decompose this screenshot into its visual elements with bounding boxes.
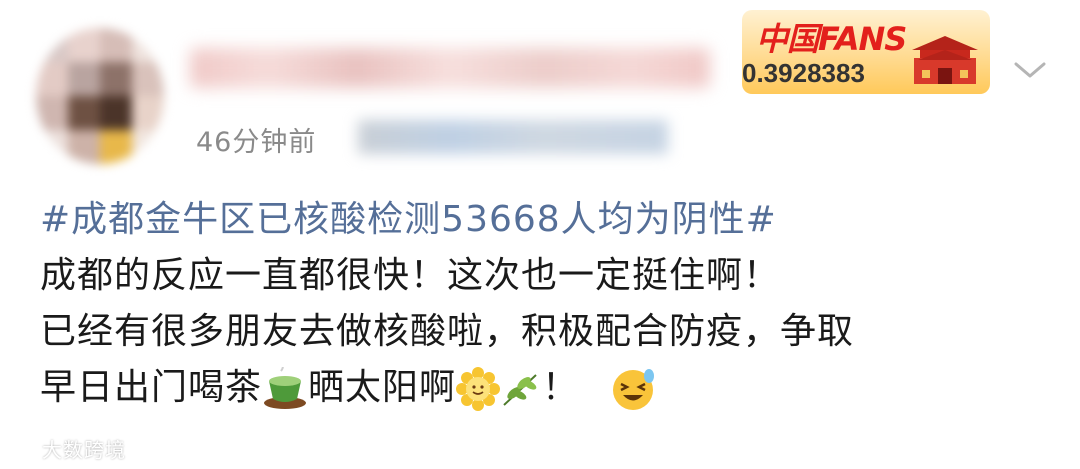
post-source-redacted <box>358 120 668 154</box>
post-time: 46分钟前 <box>196 127 317 158</box>
content-line-1: 成都的反应一直都很快！这次也一定挺住啊！ <box>40 255 781 296</box>
fans-badge-title: 中国FANS <box>756 20 907 58</box>
chevron-down-icon[interactable] <box>1012 58 1048 82</box>
leaf-icon <box>503 374 537 406</box>
tea-cup-icon <box>264 367 307 409</box>
username-redacted[interactable] <box>190 48 710 88</box>
content-line-2: 已经有很多朋友去做核酸啦，积极配合防疫，争取 <box>40 311 855 352</box>
gate-tower-icon <box>912 36 978 84</box>
watermark-logo-icon <box>11 443 36 460</box>
hashtag-link[interactable]: #成都金牛区已核酸检测53668人均为阴性# <box>40 192 1060 248</box>
avatar[interactable] <box>36 28 164 164</box>
laughing-face-icon <box>613 369 655 410</box>
content-line-3-end: ！ <box>542 367 580 408</box>
content-line-3-text-2: 晒太阳啊 <box>308 367 457 408</box>
content-line-3-text: 早日出门喝茶 <box>40 367 263 408</box>
content-line-3: 早日出门喝茶 晒太阳啊 ！ <box>40 360 1060 416</box>
watermark-text: 大数跨境 <box>42 438 126 462</box>
watermark: 大数跨境 <box>10 434 126 463</box>
sun-flower-icon <box>456 367 501 411</box>
fans-badge[interactable]: 中国FANS 0.3928383 <box>742 10 990 94</box>
post-content: #成都金牛区已核酸检测53668人均为阴性# 成都的反应一直都很快！这次也一定挺… <box>40 192 1060 416</box>
fans-badge-id: 0.3928383 <box>742 58 865 88</box>
